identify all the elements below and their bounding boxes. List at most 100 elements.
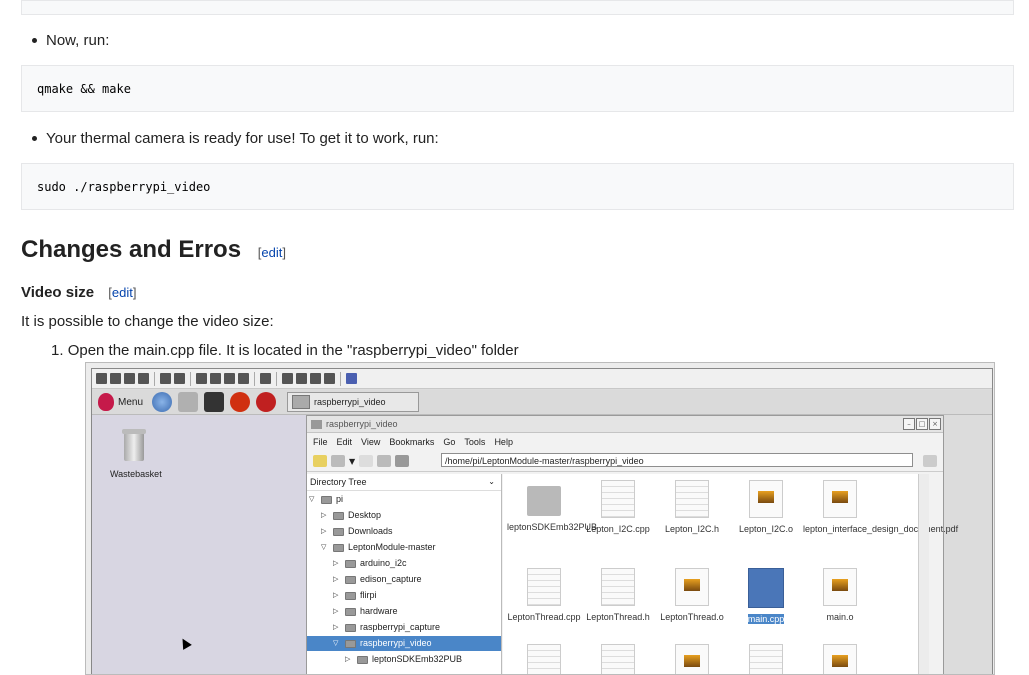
file-item[interactable]: LeptonThread.o [655,568,729,623]
home-icon[interactable] [395,455,410,467]
file-item[interactable] [803,644,877,674]
bullet-text: Your thermal camera is ready for use! To… [46,129,439,147]
intro-text: It is possible to change the video size: [21,313,274,330]
binary-file-icon [675,568,709,606]
menu-go[interactable]: Go [443,437,455,447]
browser-icon[interactable] [152,392,173,412]
save-icon[interactable] [110,373,121,384]
binary-file-icon [749,480,783,518]
tree-node-capture[interactable]: ▷ raspberrypi_capture [333,620,440,635]
history-chevron-icon[interactable]: ▼ [349,457,355,466]
menu-label: Menu [118,396,144,408]
tree-node-leptonmodule[interactable]: ▽ LeptonModule-master [321,540,436,555]
file-item[interactable]: Lepton_I2C.h [655,480,729,535]
embedded-screenshot: Menu raspberrypi_video Wastebasket raspb… [85,362,995,675]
menu-view[interactable]: View [361,437,380,447]
subsection-heading: Video size [edit] [21,284,136,301]
toolbar-separator [190,371,191,386]
file-manager-icon[interactable] [178,392,199,412]
new-icon[interactable] [96,373,107,384]
minimize-button[interactable]: – [903,418,915,430]
file-item[interactable]: main.o [803,568,877,623]
tree-node-pi[interactable]: ▽ pi [309,492,343,507]
ctrl-key-icon[interactable] [224,373,235,384]
zoom-out-icon[interactable] [296,373,307,384]
path-bar[interactable]: /home/pi/LeptonModule-master/raspberrypi… [441,453,913,467]
back-icon[interactable] [331,455,345,467]
maximize-button[interactable]: □ [916,418,928,430]
folder-icon [292,395,311,409]
wastebasket-icon[interactable] [120,427,148,461]
file-item-selected[interactable]: main.cpp [729,568,803,625]
tree-node-raspberrypi-video[interactable]: ▽ raspberrypi_video [307,636,501,651]
info-icon[interactable] [138,373,149,384]
file-item[interactable]: leptonSDKEmb32PUB [507,480,597,533]
file-item[interactable]: Lepton_I2C.cpp [581,480,655,535]
mouse-cursor-icon [178,636,192,650]
wastebasket-label: Wastebasket [110,469,162,479]
task-raspberrypi-video[interactable]: raspberrypi_video [287,392,420,412]
file-item[interactable]: LeptonThread.cpp [507,568,581,623]
zoom-reset-icon[interactable] [310,373,321,384]
tree-node-flirpi[interactable]: ▷ flirpi [333,588,377,603]
window-titlebar: raspberrypi_video – □ × [307,416,943,433]
edit-link[interactable]: edit [261,245,282,260]
file-item[interactable]: LeptonThread.h [581,568,655,623]
menu-tools[interactable]: Tools [464,437,485,447]
tree-node-leptonsdk[interactable]: ▷ leptonSDKEmb32PUB [345,652,462,667]
fullscreen-icon[interactable] [346,373,357,384]
menu-file[interactable]: File [313,437,328,447]
menu-edit[interactable]: Edit [337,437,353,447]
zoom-in-icon[interactable] [282,373,293,384]
new-tab-icon[interactable] [313,455,327,467]
file-item[interactable] [655,644,729,674]
keyboard-icon[interactable] [210,373,221,384]
tree-node-hardware[interactable]: ▷ hardware [333,604,398,619]
menu-bookmarks[interactable]: Bookmarks [389,437,434,447]
file-item[interactable] [729,644,803,674]
step-1: 1. Open the main.cpp file. It is located… [51,342,519,359]
subsection-title: Video size [21,284,95,301]
tree-node-downloads[interactable]: ▷ Downloads [321,524,393,539]
tree-header[interactable]: Directory Tree ⌄ [307,474,501,491]
toolbar-separator [254,371,255,386]
options-icon[interactable] [124,373,135,384]
ctrl-alt-del-icon[interactable] [196,373,207,384]
code-block-run: sudo ./raspberrypi_video [21,163,1014,210]
file-item[interactable]: lepton_interface_design_document.pdf [803,480,958,535]
pause-icon[interactable] [160,373,171,384]
toolbar-separator [276,371,277,386]
forward-icon[interactable] [359,455,374,467]
file-item[interactable]: Lepton_I2C.o [729,480,803,535]
edit-link[interactable]: edit [112,285,133,300]
bullet-camera-ready: Your thermal camera is ready for use! To… [21,129,439,147]
alt-key-icon[interactable] [238,373,249,384]
desktop: Wastebasket [92,415,306,674]
go-icon[interactable] [923,455,937,467]
file-item[interactable] [507,644,581,674]
step-number: 1. [51,342,64,359]
document-icon [675,480,709,518]
raspberry-icon [98,393,114,411]
refresh-icon[interactable] [174,373,185,384]
clipboard-icon[interactable] [260,373,271,384]
tree-node-desktop[interactable]: ▷ Desktop [321,508,381,523]
bullet-dot [32,135,37,141]
pdf-file-icon [823,480,857,518]
zoom-fit-icon[interactable] [324,373,335,384]
binary-file-icon [823,568,857,606]
tree-node-edison[interactable]: ▷ edison_capture [333,572,422,587]
vnc-frame: Menu raspberrypi_video Wastebasket raspb… [91,368,993,674]
up-icon[interactable] [377,455,392,467]
menu-button[interactable]: Menu [92,393,149,411]
tree-node-arduino[interactable]: ▷ arduino_i2c [333,556,407,571]
toolbar-separator [340,371,341,386]
file-item[interactable] [581,644,655,674]
scrollbar[interactable] [918,474,929,674]
terminal-icon[interactable] [204,392,225,412]
code-text: sudo ./raspberrypi_video [37,179,211,194]
wolfram-icon[interactable] [256,392,277,412]
menu-help[interactable]: Help [494,437,513,447]
mathematica-icon[interactable] [230,392,251,412]
close-button[interactable]: × [929,418,941,430]
